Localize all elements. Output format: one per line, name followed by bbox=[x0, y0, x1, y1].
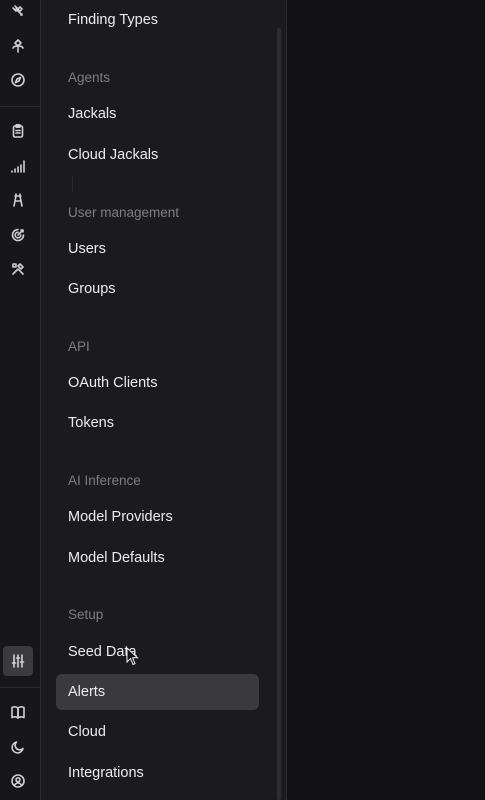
nav-item-tokens[interactable]: Tokens bbox=[56, 405, 259, 441]
rail-divider bbox=[0, 106, 40, 107]
nav-item-cloud[interactable]: Cloud bbox=[56, 714, 259, 750]
nav-item-alerts[interactable]: Alerts bbox=[56, 674, 259, 710]
section-title-api: API bbox=[68, 339, 90, 354]
nav-item-finding-types[interactable]: Finding Types bbox=[56, 2, 259, 38]
mouse-cursor-icon bbox=[126, 647, 139, 666]
main-content bbox=[287, 0, 485, 800]
nav-item-model-defaults[interactable]: Model Defaults bbox=[56, 540, 259, 576]
tools-icon[interactable] bbox=[3, 254, 33, 284]
settings-sidebar: Finding Types Agents Jackals Cloud Jacka… bbox=[41, 0, 287, 800]
nav-item-cloud-jackals[interactable]: Cloud Jackals bbox=[56, 137, 259, 173]
satellite-icon[interactable] bbox=[3, 0, 33, 26]
section-title-agents: Agents bbox=[68, 70, 111, 85]
section-title-ai-inference: AI Inference bbox=[68, 473, 141, 488]
nav-item-users[interactable]: Users bbox=[56, 231, 259, 267]
signal-icon[interactable] bbox=[3, 151, 33, 181]
user-circle-icon[interactable] bbox=[3, 766, 33, 796]
divider-line bbox=[72, 176, 73, 192]
target-icon[interactable] bbox=[3, 220, 33, 250]
book-icon[interactable] bbox=[3, 697, 33, 727]
nav-item-model-providers[interactable]: Model Providers bbox=[56, 499, 259, 535]
nav-item-integrations[interactable]: Integrations bbox=[56, 755, 259, 791]
nav-item-groups[interactable]: Groups bbox=[56, 271, 259, 307]
section-title-user-management: User management bbox=[68, 205, 180, 220]
moon-icon[interactable] bbox=[3, 732, 33, 762]
nav-item-seed-data[interactable]: Seed Data bbox=[56, 634, 259, 670]
sidebar-scrollbar[interactable] bbox=[277, 28, 281, 800]
section-title-setup: Setup bbox=[68, 607, 104, 622]
app-window: Finding Types Agents Jackals Cloud Jacka… bbox=[0, 0, 485, 800]
tower-icon[interactable] bbox=[3, 185, 33, 215]
icon-rail bbox=[0, 0, 41, 800]
route-icon[interactable] bbox=[3, 31, 33, 61]
rail-divider bbox=[0, 687, 40, 688]
nav-item-jackals[interactable]: Jackals bbox=[56, 96, 259, 132]
compass-icon[interactable] bbox=[3, 65, 33, 95]
settings-sliders-icon[interactable] bbox=[3, 646, 33, 676]
nav-item-oauth-clients[interactable]: OAuth Clients bbox=[56, 365, 259, 401]
clipboard-icon[interactable] bbox=[3, 116, 33, 146]
